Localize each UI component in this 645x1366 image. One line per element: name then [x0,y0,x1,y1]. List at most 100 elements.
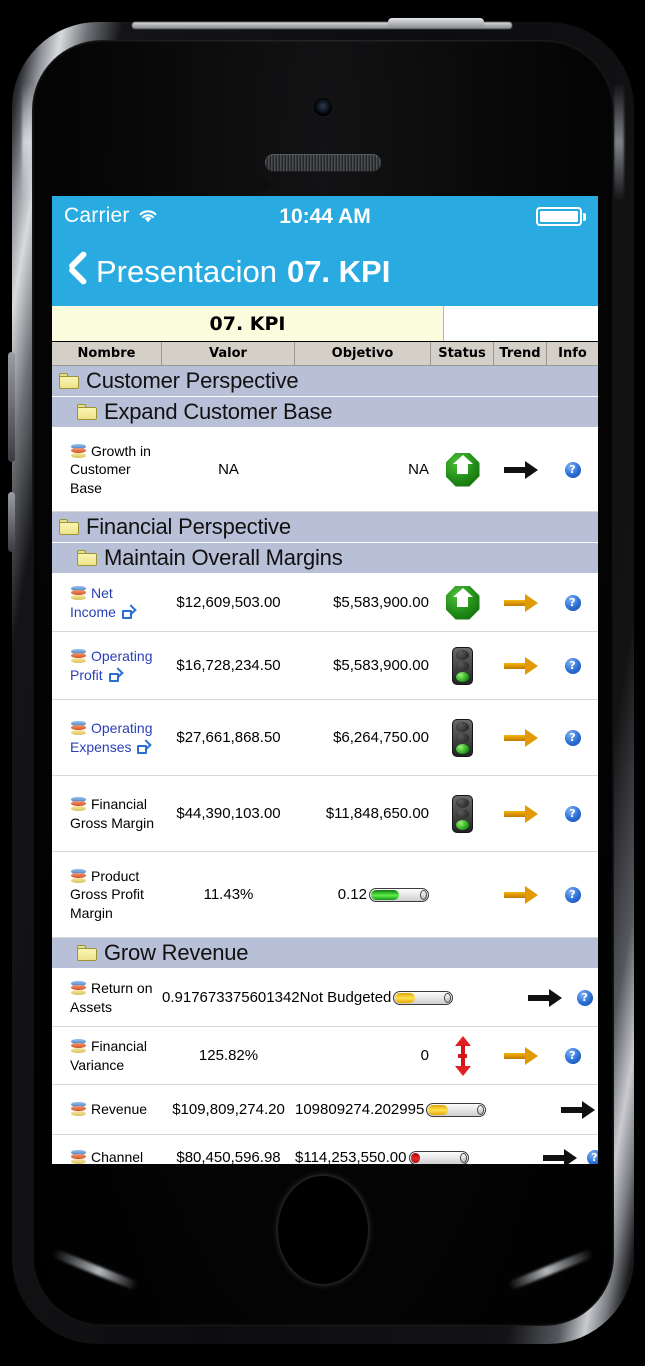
table-row[interactable]: Financial Gross Margin $44,390,103.00 $11,… [52,776,598,852]
frame-highlight-right [614,82,624,202]
cell-trend [494,852,547,937]
cell-objetivo: NA [295,428,431,511]
cell-trend [551,1085,598,1134]
traffic-light-green-icon [452,646,473,685]
table-row[interactable]: Operating Expenses $27,661,868.50 $6,264,… [52,700,598,776]
cell-status [431,428,494,511]
black-right-arrow-icon [527,988,562,1007]
cell-trend [494,700,547,775]
objetivo-text: 0 [420,1047,429,1064]
external-link-icon[interactable] [137,738,153,754]
column-header-valor[interactable]: Valor [162,342,295,365]
info-icon[interactable]: ? [564,729,581,746]
volume-up-button[interactable] [8,352,15,462]
valor-text: 11.43% [203,886,254,903]
group-row-level-2[interactable]: Grow Revenue [52,938,598,969]
kpi-name[interactable]: Operating Profit [70,647,158,684]
green-octagon-up-icon [445,585,480,620]
cell-status [431,852,494,937]
cell-valor: $16,728,234.50 [162,632,295,699]
frame-highlight-left [22,82,32,202]
valor-text: NA [218,461,239,478]
kpi-name[interactable]: Operating Expenses [70,719,158,756]
cell-nombre: Revenue [52,1085,162,1134]
frame-highlight-bottom-right [507,1248,595,1291]
cell-info: ? [547,428,598,511]
group-row-level-2[interactable]: Expand Customer Base [52,397,598,428]
cell-info: ? [547,852,598,937]
external-link-icon[interactable] [121,603,137,619]
kpi-stack-icon [70,1038,88,1054]
kpi-name[interactable]: Net Income [70,584,158,621]
table-row[interactable]: Return on Assets 0.917673375601342 Not Bud… [52,969,598,1027]
info-icon[interactable]: ? [564,886,581,903]
info-icon[interactable]: ? [564,461,581,478]
objetivo-text: Not Budgeted [299,989,392,1006]
column-header-objetivo[interactable]: Objetivo [295,342,431,365]
info-icon[interactable]: ? [564,805,581,822]
kpi-name: Financial Gross Margin [70,795,155,831]
cell-info: ? [586,1135,598,1164]
group-row-level-1[interactable]: Customer Perspective [52,366,598,397]
cell-valor: $27,661,868.50 [162,700,295,775]
black-right-arrow-icon [543,1148,577,1164]
cell-status [431,1027,494,1084]
group-row-level-1[interactable]: Financial Perspective [52,512,598,543]
objetivo-text: NA [408,461,429,478]
home-button[interactable] [276,1174,370,1286]
info-icon[interactable]: ? [576,989,593,1006]
info-icon[interactable]: ? [564,1047,581,1064]
cell-nombre: Operating Expenses [52,700,162,775]
orange-right-arrow-icon [503,804,538,823]
external-link-icon[interactable] [108,666,124,682]
valor-text: 125.82% [198,1047,259,1064]
cell-valor: $80,450,596.98 [162,1135,295,1164]
cell-objetivo: 109809274.202995 [295,1085,488,1134]
volume-down-button[interactable] [8,492,15,552]
info-icon[interactable]: ? [564,594,581,611]
battery-cap [583,212,586,221]
table-row[interactable]: Product Gross Profit Margin 11.43% 0.12? [52,852,598,938]
info-icon[interactable]: ? [564,657,581,674]
kpi-name: Growth in Customer Base [70,442,151,496]
column-header-info[interactable]: Info [547,342,598,365]
table-row[interactable]: Net Income $12,609,503.00 $5,583,900.00? [52,574,598,632]
power-button[interactable] [388,18,484,28]
orange-right-arrow-icon [503,593,538,612]
cell-objetivo: $114,253,550.00 [295,1135,471,1164]
table-row[interactable]: Operating Profit $16,728,234.50 $5,583,90… [52,632,598,700]
proximity-sensor-icon [260,180,270,190]
objetivo-text: $5,583,900.00 [333,594,429,611]
column-header-status[interactable]: Status [431,342,494,365]
column-header-trend[interactable]: Trend [494,342,547,365]
objetivo-text: 109809274.202995 [295,1101,425,1118]
folder-icon [59,373,79,389]
info-icon[interactable]: ? [586,1149,598,1164]
status-bar-right [536,207,586,226]
chevron-left-icon[interactable] [66,253,88,291]
valor-text: 0.917673375601342 [162,989,300,1006]
cell-objetivo: $11,848,650.00 [295,776,431,851]
back-button-label[interactable]: Presentacion [96,254,277,290]
page-title: 07. KPI [286,254,391,289]
table-row[interactable]: Growth in Customer Base NA NA? [52,428,598,512]
kpi-name: Product Gross Profit Margin [70,867,144,921]
kpi-stack-icon [70,1102,88,1117]
valor-text: $109,809,274.20 [172,1101,285,1118]
report-title-bar: 07. KPI [52,306,598,342]
table-row[interactable]: Channel $80,450,596.98 $114,253,550.00? [52,1135,598,1164]
column-header-nombre[interactable]: Nombre [52,342,162,365]
group-label: Customer Perspective [86,368,299,393]
cell-valor: 125.82% [162,1027,295,1084]
group-row-level-2[interactable]: Maintain Overall Margins [52,543,598,574]
cell-nombre: Net Income [52,574,162,631]
cell-nombre: Operating Profit [52,632,162,699]
kpi-stack-icon [70,443,88,459]
table-row[interactable]: Financial Variance 125.82% 0? [52,1027,598,1085]
cell-nombre: Channel [52,1135,162,1164]
objetivo-progress-bar [408,1150,469,1164]
cell-status [431,700,494,775]
table-row[interactable]: Revenue$109,809,274.20109809274.202995? [52,1085,598,1135]
cell-valor: $109,809,274.20 [162,1085,295,1134]
orange-right-arrow-icon [503,656,538,675]
